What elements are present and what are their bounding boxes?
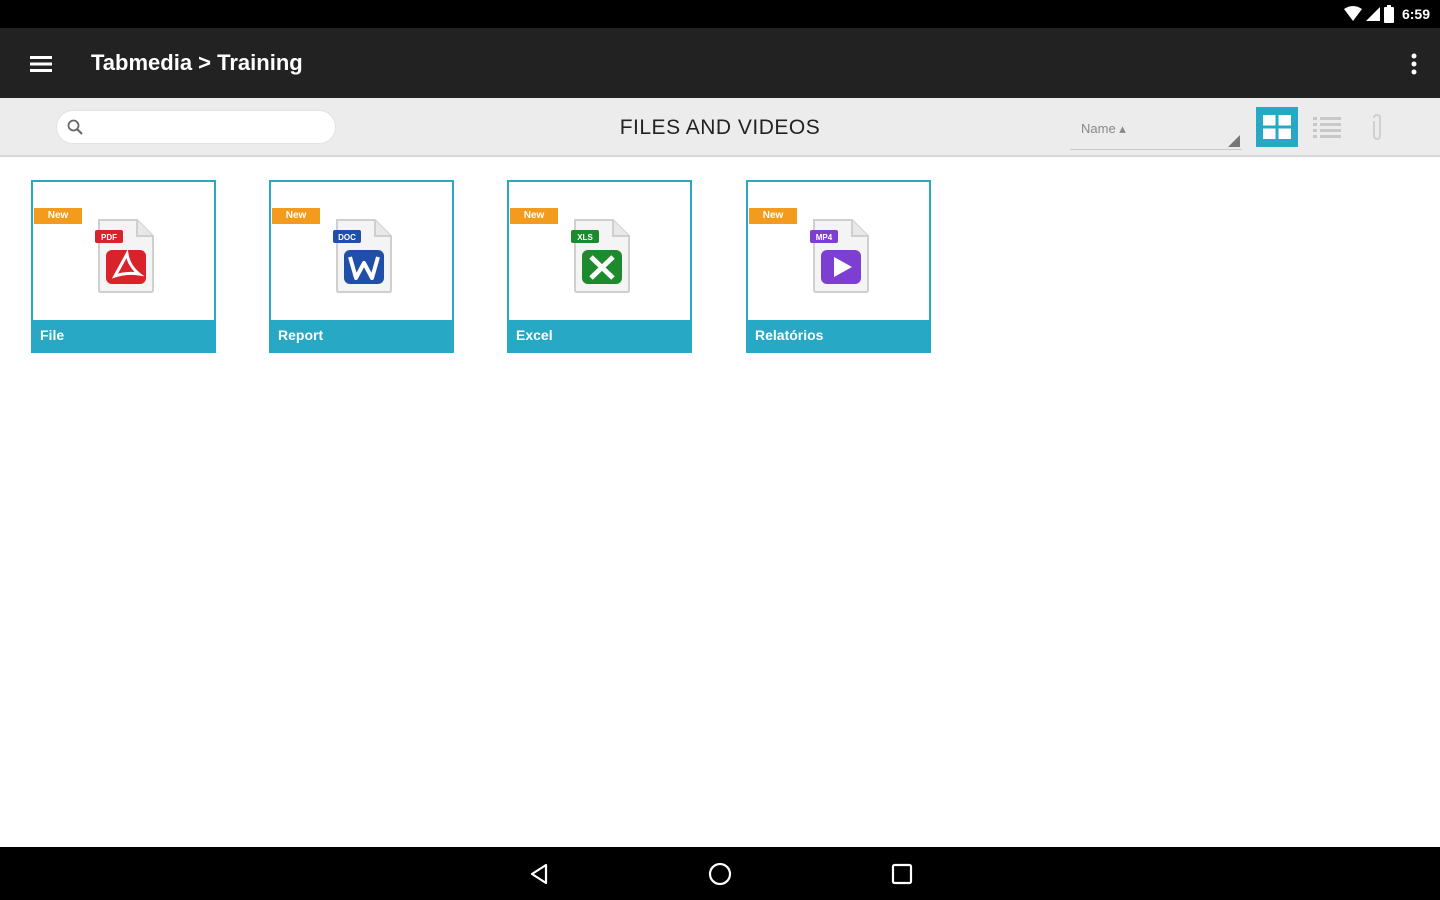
battery-icon [1383, 5, 1394, 23]
list-view-icon [1313, 117, 1341, 138]
grid-view-button[interactable] [1256, 107, 1298, 147]
recents-icon [891, 863, 913, 885]
home-button[interactable] [702, 856, 738, 892]
more-vert-icon [1411, 53, 1417, 75]
search-icon [67, 119, 83, 135]
new-badge: New [272, 208, 320, 224]
hamburger-icon [30, 56, 52, 72]
back-button[interactable] [521, 856, 557, 892]
status-icons: 6:59 [1343, 4, 1430, 24]
file-type-label: MP4 [816, 233, 833, 242]
overflow-menu-button[interactable] [1402, 44, 1426, 84]
word-file-icon: DOC [333, 219, 392, 293]
excel-tile[interactable]: New XLS Excel [507, 180, 692, 353]
wifi-icon [1343, 6, 1362, 21]
menu-button[interactable] [20, 43, 62, 85]
relatorios-tile[interactable]: New MP4 Relatórios [746, 180, 931, 353]
tile-label: Relatórios [748, 320, 929, 351]
attachment-icon [1373, 113, 1381, 141]
file-type-label: PDF [101, 233, 117, 242]
new-badge: New [749, 208, 797, 224]
video-file-icon: MP4 [810, 219, 869, 293]
navigation-bar [0, 847, 1440, 900]
sort-label: Name ▴ [1081, 121, 1126, 136]
status-bar: 6:59 [0, 0, 1440, 28]
toolbar: FILES AND VIDEOS Name ▴ [0, 98, 1440, 157]
search-box[interactable] [56, 110, 336, 144]
file-type-label: DOC [338, 233, 356, 242]
pdf-file-icon: PDF [95, 219, 154, 293]
recents-button[interactable] [884, 856, 920, 892]
grid-view-icon [1263, 115, 1291, 139]
breadcrumb: Tabmedia > Training [91, 50, 303, 75]
tile-label: Excel [509, 320, 690, 351]
sort-dropdown[interactable]: Name ▴ [1070, 112, 1242, 150]
status-time: 6:59 [1401, 6, 1430, 22]
tile-label: File [33, 320, 214, 351]
home-icon [708, 862, 732, 886]
new-badge: New [510, 208, 558, 224]
dropdown-corner-icon [1228, 135, 1240, 147]
new-badge: New [34, 208, 82, 224]
app-bar: Tabmedia > Training [0, 28, 1440, 98]
tile-label: Report [271, 320, 452, 351]
attachment-button[interactable] [1356, 107, 1398, 147]
excel-file-icon: XLS [571, 219, 630, 293]
file-type-label: XLS [577, 233, 593, 242]
search-input[interactable] [91, 118, 321, 136]
file-tile[interactable]: New PDF File [31, 180, 216, 353]
list-view-button[interactable] [1306, 107, 1348, 147]
signal-icon [1365, 7, 1380, 21]
report-tile[interactable]: New DOC Report [269, 180, 454, 353]
back-icon [530, 863, 548, 885]
